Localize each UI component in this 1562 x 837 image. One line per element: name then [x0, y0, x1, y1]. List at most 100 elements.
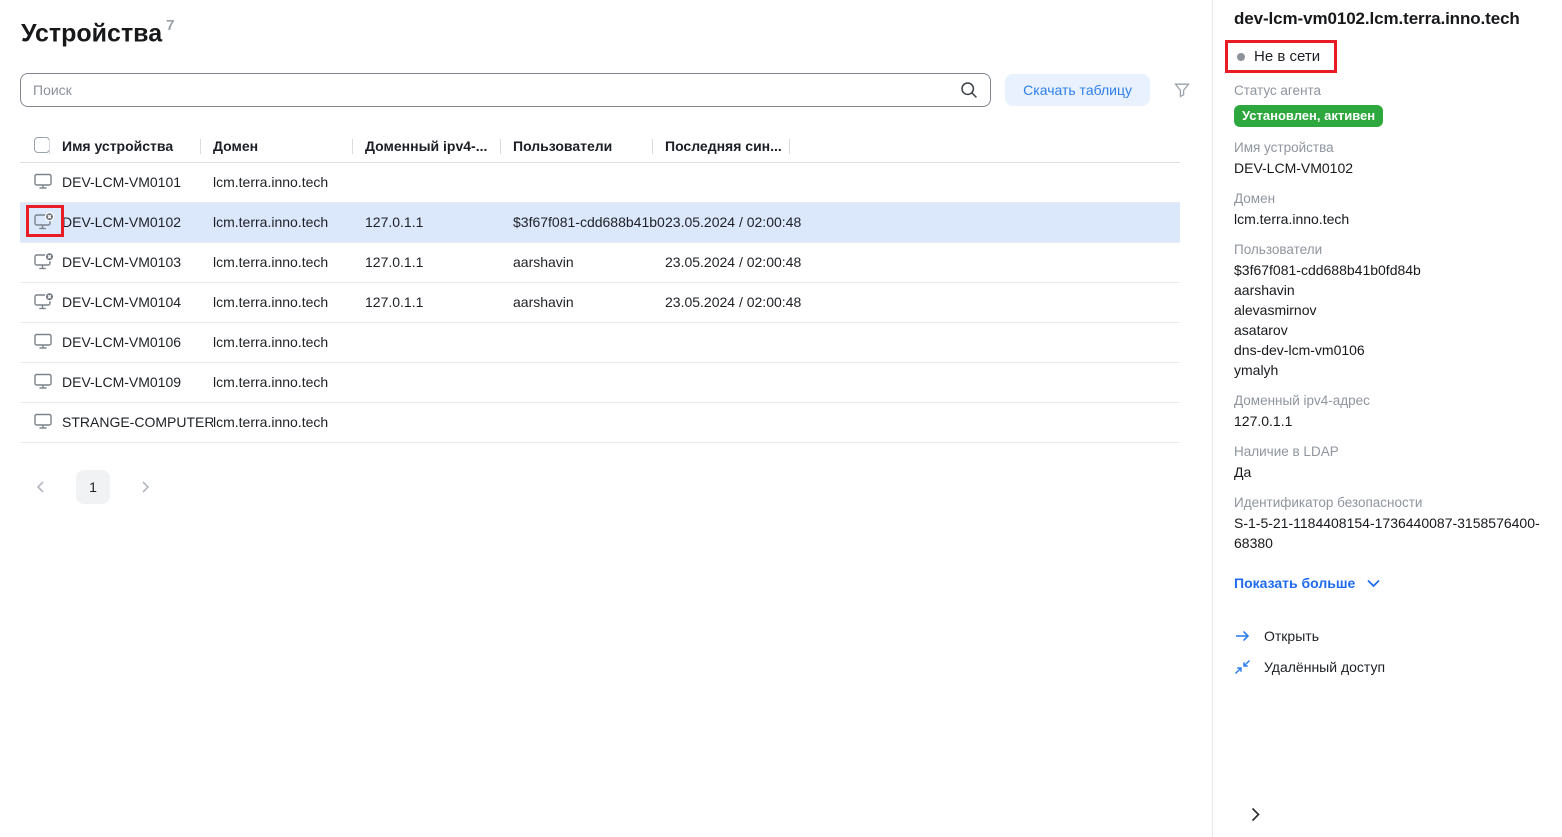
field-value: DEV-LCM-VM0102	[1234, 158, 1542, 178]
cell-domain: lcm.terra.inno.tech	[213, 202, 365, 242]
search-box	[20, 73, 991, 107]
table-row[interactable]: DEV-LCM-VM0101lcm.terra.inno.tech	[20, 162, 1180, 202]
column-header[interactable]: Пользователи	[513, 130, 665, 162]
download-table-button[interactable]: Скачать таблицу	[1005, 74, 1150, 106]
device-icon-cell	[20, 242, 62, 282]
action-open[interactable]: Открыть	[1234, 628, 1542, 644]
cell-ipv4	[365, 402, 513, 442]
cell-domain: lcm.terra.inno.tech	[213, 162, 365, 202]
device-online-icon	[34, 173, 52, 189]
field-label: Наличие в LDAP	[1234, 444, 1542, 459]
table-row[interactable]: DEV-LCM-VM0109lcm.terra.inno.tech	[20, 362, 1180, 402]
cell-name: DEV-LCM-VM0103	[62, 242, 213, 282]
device-icon-cell	[20, 362, 62, 402]
chevron-right-icon	[1248, 811, 1263, 826]
field-value: 127.0.1.1	[1234, 411, 1542, 431]
cell-name: DEV-LCM-VM0104	[62, 282, 213, 322]
column-header[interactable]: Имя устройства	[62, 130, 213, 162]
cell-last-sync	[665, 322, 790, 362]
search-icon[interactable]	[960, 81, 978, 99]
filter-icon	[1174, 86, 1190, 101]
panel-field: Пользователи$3f67f081-cdd688b41b0fd84baa…	[1234, 242, 1542, 380]
cell-users: aarshavin	[513, 242, 665, 282]
field-value: aarshavin	[1234, 280, 1542, 300]
field-value: alevasmirnov	[1234, 300, 1542, 320]
cell-domain: lcm.terra.inno.tech	[213, 322, 365, 362]
header-filler	[790, 130, 1180, 162]
cell-domain: lcm.terra.inno.tech	[213, 282, 365, 322]
table-row[interactable]: DEV-LCM-VM0104lcm.terra.inno.tech127.0.1…	[20, 282, 1180, 322]
cell-last-sync: 23.05.2024 / 02:00:48	[665, 202, 790, 242]
cell-users: $3f67f081-cdd688b41b0fd84b	[513, 202, 665, 242]
agent-status-label: Статус агента	[1234, 83, 1542, 98]
action-remote-access[interactable]: Удалённый доступ	[1234, 659, 1542, 675]
cell-users	[513, 322, 665, 362]
cell-filler	[790, 322, 1180, 362]
cell-last-sync: 23.05.2024 / 02:00:48	[665, 242, 790, 282]
cell-domain: lcm.terra.inno.tech	[213, 402, 365, 442]
table-row[interactable]: DEV-LCM-VM0102lcm.terra.inno.tech127.0.1…	[20, 202, 1180, 242]
field-label: Идентификатор безопасности	[1234, 495, 1542, 510]
cell-ipv4	[365, 162, 513, 202]
page-number-button[interactable]: 1	[76, 470, 110, 504]
network-status-annotated: Не в сети	[1225, 40, 1337, 73]
panel-field: Наличие в LDAP Да	[1234, 444, 1542, 482]
table-row[interactable]: DEV-LCM-VM0106lcm.terra.inno.tech	[20, 322, 1180, 362]
filter-button[interactable]	[1172, 80, 1192, 100]
agent-status-field: Статус агента Установлен, активен	[1234, 83, 1542, 127]
cell-last-sync	[665, 402, 790, 442]
column-header[interactable]: Последняя син...	[665, 130, 790, 162]
cell-ipv4	[365, 322, 513, 362]
action-label: Удалённый доступ	[1264, 659, 1385, 675]
field-value: S-1-5-21-1184408154-1736440087-315857640…	[1234, 513, 1542, 553]
app-root: Устройства7 Скачать таблицу	[0, 0, 1562, 837]
prev-page-button[interactable]	[30, 480, 52, 494]
device-offline-icon	[34, 212, 55, 230]
collapse-panel-button[interactable]	[1248, 806, 1263, 823]
cell-name: STRANGE-COMPUTER	[62, 402, 213, 442]
cell-name: DEV-LCM-VM0101	[62, 162, 213, 202]
column-header[interactable]: Доменный ipv4-...	[365, 130, 513, 162]
field-value: ymalyh	[1234, 360, 1542, 380]
device-icon-cell	[20, 162, 62, 202]
show-more-button[interactable]: Показать больше	[1234, 575, 1380, 591]
device-icon-cell	[20, 202, 62, 242]
table-row[interactable]: DEV-LCM-VM0103lcm.terra.inno.tech127.0.1…	[20, 242, 1180, 282]
cell-filler	[790, 282, 1180, 322]
agent-status-badge: Установлен, активен	[1234, 105, 1383, 127]
device-offline-icon	[34, 292, 55, 310]
panel-fields: Имя устройстваDEV-LCM-VM0102Доменlcm.ter…	[1234, 127, 1542, 553]
field-value: lcm.terra.inno.tech	[1234, 209, 1542, 229]
cell-ipv4: 127.0.1.1	[365, 242, 513, 282]
panel-field: Имя устройстваDEV-LCM-VM0102	[1234, 140, 1542, 178]
page-title: Устройства7	[21, 19, 1212, 48]
table-header-row: Имя устройстваДоменДоменный ipv4-...Поль…	[20, 130, 1180, 162]
select-all-checkbox[interactable]	[34, 137, 50, 153]
cell-filler	[790, 162, 1180, 202]
cell-users	[513, 162, 665, 202]
device-icon-cell	[20, 282, 62, 322]
column-header[interactable]: Домен	[213, 130, 365, 162]
field-value: Да	[1234, 462, 1542, 482]
cell-ipv4	[365, 362, 513, 402]
next-page-button[interactable]	[134, 480, 156, 494]
search-input[interactable]	[20, 73, 991, 107]
panel-actions: Открыть Удалённый доступ	[1234, 628, 1542, 690]
device-details-panel: dev-lcm-vm0102.lcm.terra.inno.tech Не в …	[1212, 0, 1562, 837]
pagination: 1	[30, 470, 1212, 504]
field-value: asatarov	[1234, 320, 1542, 340]
page-title-text: Устройства	[21, 19, 162, 47]
cell-ipv4: 127.0.1.1	[365, 282, 513, 322]
panel-field: Идентификатор безопасности S-1-5-21-11844…	[1234, 495, 1542, 553]
cell-filler	[790, 242, 1180, 282]
cell-name: DEV-LCM-VM0109	[62, 362, 213, 402]
device-icon-cell	[20, 402, 62, 442]
cell-filler	[790, 362, 1180, 402]
cell-ipv4: 127.0.1.1	[365, 202, 513, 242]
table-row[interactable]: STRANGE-COMPUTERlcm.terra.inno.tech	[20, 402, 1180, 442]
network-status-text: Не в сети	[1254, 48, 1320, 65]
device-table-body: DEV-LCM-VM0101lcm.terra.inno.techDEV-LCM…	[20, 162, 1180, 442]
cell-users	[513, 362, 665, 402]
cell-last-sync	[665, 362, 790, 402]
device-count-badge: 7	[166, 17, 174, 34]
